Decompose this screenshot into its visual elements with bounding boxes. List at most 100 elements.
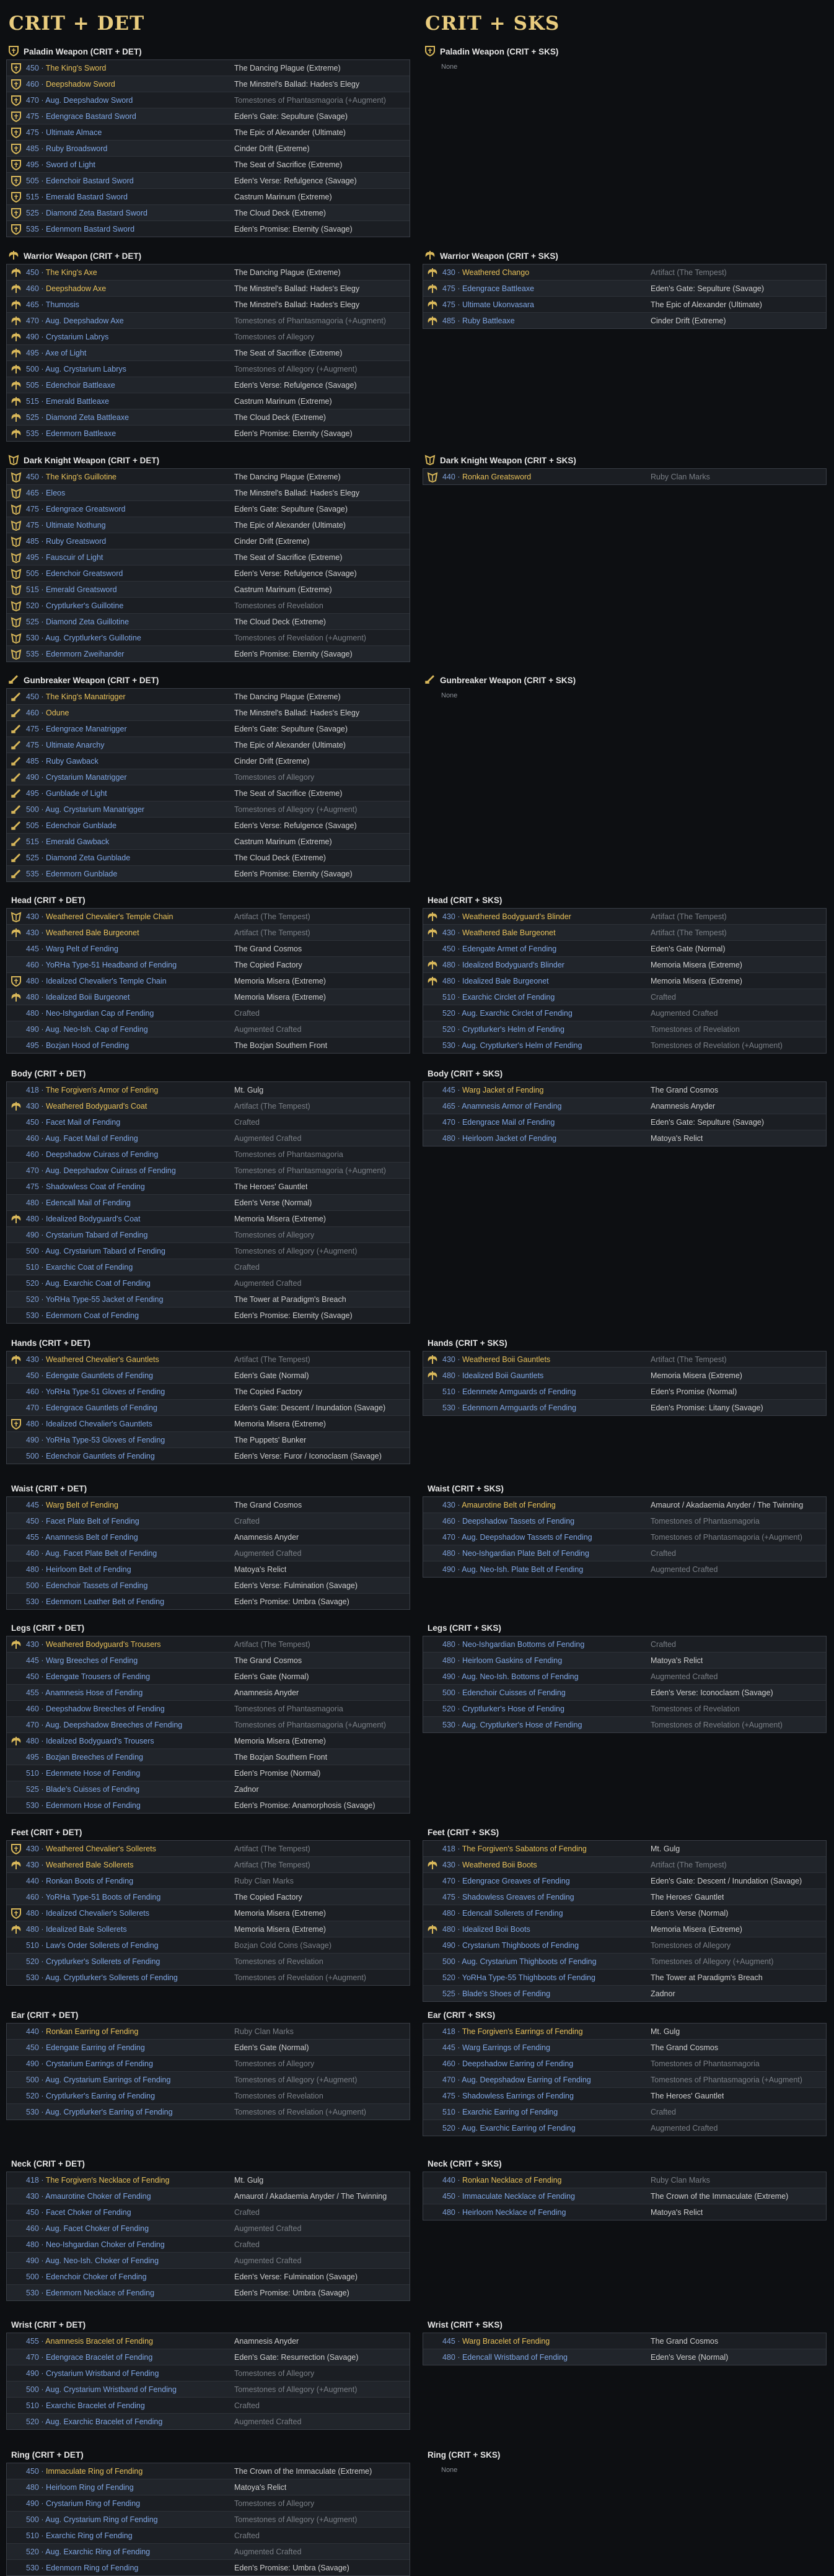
table-row[interactable]: 490 · Crystarium Wristband of Fending Tom… xyxy=(7,2365,410,2381)
table-row[interactable]: 505 · Edenchoir Battleaxe Eden's Verse: R… xyxy=(7,377,410,393)
table-row[interactable]: 430 · Weathered Bale Burgeonet Artifact (… xyxy=(423,924,826,940)
table-row[interactable]: 515 · Emerald Greatsword Castrum Marinum … xyxy=(7,581,410,597)
table-row[interactable]: 525 · Diamond Zeta Bastard Sword The Clou… xyxy=(7,204,410,220)
table-row[interactable]: 480 · Edencall Mail of Fending Eden's Ver… xyxy=(7,1194,410,1210)
table-row[interactable]: 480 · Heirloom Ring of Fending Matoya's R… xyxy=(7,2479,410,2495)
table-row[interactable]: 470 · Aug. Deepshadow Axe Tomestones of P… xyxy=(7,312,410,328)
table-row[interactable]: 465 · Anamnesis Armor of Fending Anamnesi… xyxy=(423,1098,826,1114)
table-row[interactable]: 480 · Heirloom Necklace of Fending Matoya… xyxy=(423,2204,826,2220)
table-row[interactable]: 470 · Edengrace Gauntlets of Fending Eden… xyxy=(7,1399,410,1415)
table-row[interactable]: 450 · Edengate Gauntlets of Fending Eden'… xyxy=(7,1367,410,1383)
table-row[interactable]: 530 · Aug. Cryptlurker's Hose of Fending… xyxy=(423,1716,826,1732)
table-row[interactable]: 500 · Aug. Crystarium Earrings of Fendin… xyxy=(7,2071,410,2087)
table-row[interactable]: 500 · Edenchoir Choker of Fending Eden's … xyxy=(7,2268,410,2284)
table-row[interactable]: 475 · Ultimate Anarchy The Epic of Alexan… xyxy=(7,736,410,753)
table-row[interactable]: 510 · Exarchic Bracelet of Fending Crafte… xyxy=(7,2397,410,2413)
table-row[interactable]: 490 · Aug. Neo-Ish. Plate Belt of Fendin… xyxy=(423,1561,826,1577)
table-row[interactable]: 480 · Neo-Ishgardian Plate Belt of Fendi… xyxy=(423,1545,826,1561)
table-row[interactable]: 480 · Neo-Ishgardian Bottoms of Fending C… xyxy=(423,1636,826,1652)
table-row[interactable]: 500 · Aug. Crystarium Tabard of Fending T… xyxy=(7,1242,410,1259)
table-row[interactable]: 480 · Idealized Chevalier's Temple Chain… xyxy=(7,972,410,989)
table-row[interactable]: 495 · Sword of Light The Seat of Sacrific… xyxy=(7,156,410,172)
table-row[interactable]: 480 · Idealized Chevalier's Sollerets Mem… xyxy=(7,1905,410,1921)
table-row[interactable]: 475 · Shadowless Coat of Fending The Hero… xyxy=(7,1178,410,1194)
table-row[interactable]: 490 · Aug. Neo-Ish. Cap of Fending Augmen… xyxy=(7,1021,410,1037)
table-row[interactable]: 430 · Weathered Boii Boots Artifact (The … xyxy=(423,1856,826,1872)
table-row[interactable]: 430 · Weathered Bodyguard's Coat Artifact… xyxy=(7,1098,410,1114)
table-row[interactable]: 440 · Ronkan Greatsword Ruby Clan Marks xyxy=(423,469,826,484)
table-row[interactable]: 495 · Axe of Light The Seat of Sacrifice … xyxy=(7,344,410,360)
table-row[interactable]: 500 · Aug. Crystarium Manatrigger Tomesto… xyxy=(7,801,410,817)
table-row[interactable]: 480 · Idealized Boii Gauntlets Memoria Mi… xyxy=(423,1367,826,1383)
table-row[interactable]: 485 · Ruby Gawback Cinder Drift (Extreme) xyxy=(7,753,410,769)
table-row[interactable]: 520 · Cryptlurker's Guillotine Tomestones… xyxy=(7,597,410,613)
table-row[interactable]: 450 · Facet Mail of Fending Crafted xyxy=(7,1114,410,1130)
table-row[interactable]: 505 · Edenchoir Greatsword Eden's Verse: … xyxy=(7,565,410,581)
table-row[interactable]: 460 · Deepshadow Axe The Minstrel's Balla… xyxy=(7,280,410,296)
table-row[interactable]: 430 · Weathered Chevalier's Temple Chain… xyxy=(7,909,410,924)
table-row[interactable]: 480 · Idealized Bale Sollerets Memoria Mi… xyxy=(7,1921,410,1937)
table-row[interactable]: 480 · Idealized Bodyguard's Blinder Memor… xyxy=(423,956,826,972)
table-row[interactable]: 430 · Amaurotine Choker of Fending Amauro… xyxy=(7,2188,410,2204)
table-row[interactable]: 490 · Aug. Neo-Ish. Bottoms of Fending Au… xyxy=(423,1668,826,1684)
table-row[interactable]: 445 · Warg Jacket of Fending The Grand Co… xyxy=(423,1082,826,1098)
table-row[interactable]: 475 · Shadowless Greaves of Fending The H… xyxy=(423,1888,826,1905)
table-row[interactable]: 525 · Blade's Shoes of Fending Zadnor xyxy=(423,1985,826,2001)
table-row[interactable]: 495 · Fauscuir of Light The Seat of Sacri… xyxy=(7,549,410,565)
table-row[interactable]: 485 · Ruby Battleaxe Cinder Drift (Extrem… xyxy=(423,312,826,328)
table-row[interactable]: 525 · Diamond Zeta Battleaxe The Cloud De… xyxy=(7,409,410,425)
table-row[interactable]: 520 · Cryptlurker's Earring of Fending To… xyxy=(7,2087,410,2103)
table-row[interactable]: 495 · Gunblade of Light The Seat of Sacri… xyxy=(7,785,410,801)
table-row[interactable]: 460 · Aug. Facet Mail of Fending Augmente… xyxy=(7,1130,410,1146)
table-row[interactable]: 520 · Aug. Exarchic Ring of Fending Augme… xyxy=(7,2543,410,2559)
table-row[interactable]: 500 · Edenchoir Tassets of Fending Eden's… xyxy=(7,1577,410,1593)
table-row[interactable]: 450 · The King's Guillotine The Dancing P… xyxy=(7,469,410,484)
table-row[interactable]: 520 · Cryptlurker's Hose of Fending Tomes… xyxy=(423,1700,826,1716)
table-row[interactable]: 430 · Weathered Chango Artifact (The Temp… xyxy=(423,264,826,280)
table-row[interactable]: 510 · Exarchic Ring of Fending Crafted xyxy=(7,2527,410,2543)
table-row[interactable]: 490 · Crystarium Labrys Tomestones of All… xyxy=(7,328,410,344)
table-row[interactable]: 430 · Weathered Bale Burgeonet Artifact (… xyxy=(7,924,410,940)
table-row[interactable]: 460 · Deepshadow Earring of Fending Tomes… xyxy=(423,2055,826,2071)
table-row[interactable]: 430 · Weathered Chevalier's Gauntlets Art… xyxy=(7,1351,410,1367)
table-row[interactable]: 445 · Warg Belt of Fending The Grand Cosm… xyxy=(7,1497,410,1513)
table-row[interactable]: 505 · Edenchoir Bastard Sword Eden's Vers… xyxy=(7,172,410,188)
table-row[interactable]: 450 · The King's Sword The Dancing Plague… xyxy=(7,60,410,76)
table-row[interactable]: 440 · Ronkan Necklace of Fending Ruby Cla… xyxy=(423,2172,826,2188)
table-row[interactable]: 525 · Blade's Cuisses of Fending Zadnor xyxy=(7,1781,410,1797)
table-row[interactable]: 480 · Idealized Boii Burgeonet Memoria Mi… xyxy=(7,989,410,1005)
table-row[interactable]: 500 · Edenchoir Gauntlets of Fending Eden… xyxy=(7,1447,410,1464)
table-row[interactable]: 445 · Warg Earrings of Fending The Grand … xyxy=(423,2039,826,2055)
table-row[interactable]: 490 · Crystarium Earrings of Fending Tome… xyxy=(7,2055,410,2071)
table-row[interactable]: 440 · Ronkan Boots of Fending Ruby Clan M… xyxy=(7,1872,410,1888)
table-row[interactable]: 490 · Crystarium Tabard of Fending Tomest… xyxy=(7,1226,410,1242)
table-row[interactable]: 455 · Anamnesis Bracelet of Fending Anamn… xyxy=(7,2333,410,2349)
table-row[interactable]: 460 · Aug. Facet Choker of Fending Augmen… xyxy=(7,2220,410,2236)
table-row[interactable]: 480 · Heirloom Belt of Fending Matoya's R… xyxy=(7,1561,410,1577)
table-row[interactable]: 430 · Weathered Bale Sollerets Artifact (… xyxy=(7,1856,410,1872)
table-row[interactable]: 525 · Diamond Zeta Gunblade The Cloud Dec… xyxy=(7,849,410,865)
table-row[interactable]: 490 · Aug. Neo-Ish. Choker of Fending Aug… xyxy=(7,2252,410,2268)
table-row[interactable]: 475 · Edengrace Bastard Sword Eden's Gate… xyxy=(7,108,410,124)
table-row[interactable]: 450 · The King's Axe The Dancing Plague (… xyxy=(7,264,410,280)
table-row[interactable]: 450 · The King's Manatrigger The Dancing … xyxy=(7,689,410,704)
table-row[interactable]: 535 · Edenmorn Bastard Sword Eden's Promi… xyxy=(7,220,410,237)
table-row[interactable]: 475 · Edengrace Manatrigger Eden's Gate: … xyxy=(7,720,410,736)
table-row[interactable]: 510 · Law's Order Sollerets of Fending Bo… xyxy=(7,1937,410,1953)
table-row[interactable]: 450 · Facet Choker of Fending Crafted xyxy=(7,2204,410,2220)
table-row[interactable]: 510 · Edenmete Hose of Fending Eden's Pro… xyxy=(7,1765,410,1781)
table-row[interactable]: 485 · Ruby Broadsword Cinder Drift (Extre… xyxy=(7,140,410,156)
table-row[interactable]: 480 · Idealized Boii Boots Memoria Misera… xyxy=(423,1921,826,1937)
table-row[interactable]: 470 · Aug. Deepshadow Breeches of Fendin… xyxy=(7,1716,410,1732)
table-row[interactable]: 505 · Edenchoir Gunblade Eden's Verse: Re… xyxy=(7,817,410,833)
table-row[interactable]: 480 · Heirloom Gaskins of Fending Matoya'… xyxy=(423,1652,826,1668)
table-row[interactable]: 530 · Edenmorn Necklace of Fending Eden's… xyxy=(7,2284,410,2300)
table-row[interactable]: 480 · Neo-Ishgardian Choker of Fending Cr… xyxy=(7,2236,410,2252)
table-row[interactable]: 460 · YoRHa Type-51 Boots of Fending The … xyxy=(7,1888,410,1905)
table-row[interactable]: 480 · Idealized Bodyguard's Coat Memoria … xyxy=(7,1210,410,1226)
table-row[interactable]: 475 · Shadowless Earrings of Fending The … xyxy=(423,2087,826,2103)
table-row[interactable]: 418 · The Forgiven's Necklace of Fending… xyxy=(7,2172,410,2188)
table-row[interactable]: 480 · Idealized Bodyguard's Trousers Memo… xyxy=(7,1732,410,1749)
table-row[interactable]: 510 · Exarchic Circlet of Fending Crafted xyxy=(423,989,826,1005)
table-row[interactable]: 490 · Crystarium Manatrigger Tomestones o… xyxy=(7,769,410,785)
